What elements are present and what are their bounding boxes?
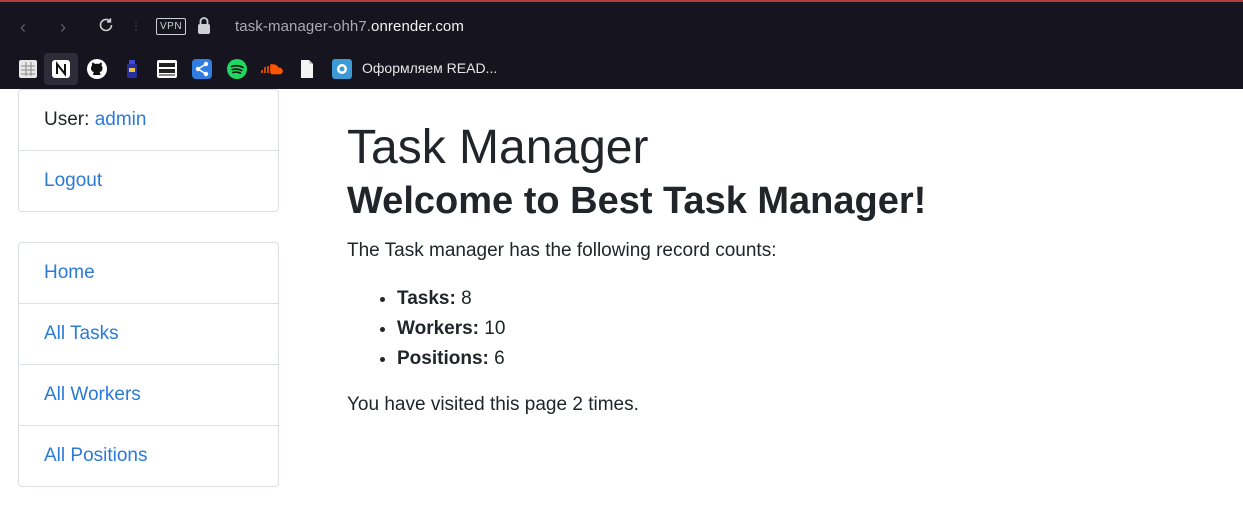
count-label: Tasks: [397,287,456,309]
sidebar-item-label[interactable]: Home [44,262,95,284]
list-item: Workers: 10 [397,314,926,344]
browser-chrome: ‹ › ⋮ VPN task-manager-ohh7.onrender.com [0,0,1243,89]
bottle-icon[interactable] [120,57,144,81]
vpn-badge[interactable]: VPN [156,18,187,35]
intro-text: The Task manager has the following recor… [347,239,777,261]
user-prefix: User: [44,109,95,130]
user-panel: User: admin Logout [18,89,279,212]
count-value: 6 [494,347,505,369]
reload-icon[interactable] [95,16,117,38]
bookmarks-bar: Оформляем READ... [0,53,1243,85]
back-icon[interactable]: ‹ [12,16,34,38]
sidebar-item-tasks[interactable]: All Tasks [19,303,278,364]
list-item: Positions: 6 [397,344,926,374]
page-title: Task Manager [347,121,649,174]
visit-counter: You have visited this page 2 times. [347,393,639,415]
main-content: Task Manager Welcome to Best Task Manage… [347,118,926,416]
sheets-icon[interactable] [16,57,40,81]
readme-icon[interactable] [330,57,354,81]
count-label: Workers: [397,317,480,339]
spotify-icon[interactable] [225,57,249,81]
user-info: User: admin [19,90,278,150]
url-host: onrender.com [371,18,464,35]
sidebar-nav: Home All Tasks All Workers All Positions [18,242,279,487]
url-path: task-manager-ohh7. [235,18,372,35]
github-icon[interactable] [85,57,109,81]
logout-item[interactable]: Logout [19,150,278,211]
username-link[interactable]: admin [95,109,147,131]
share-icon[interactable] [190,57,214,81]
sidebar-item-home[interactable]: Home [19,243,278,303]
document-icon[interactable] [295,57,319,81]
sidebar-item-label[interactable]: All Workers [44,384,141,406]
record-counts-list: Tasks: 8 Workers: 10 Positions: 6 [347,284,926,374]
logout-link[interactable]: Logout [44,170,102,192]
bookmark-label[interactable]: Оформляем READ... [362,60,497,76]
sidebar-item-positions[interactable]: All Positions [19,425,278,486]
welcome-heading: Welcome to Best Task Manager! [347,180,927,222]
sidebar-item-label[interactable]: All Tasks [44,323,119,345]
lock-icon[interactable] [197,16,211,36]
count-label: Positions: [397,347,489,369]
schedule-icon[interactable] [155,57,179,81]
count-value: 10 [484,317,506,339]
address-bar[interactable]: task-manager-ohh7.onrender.com [235,18,464,35]
forward-icon[interactable]: › [52,16,74,38]
sidebar-item-label[interactable]: All Positions [44,445,148,467]
sidebar-item-workers[interactable]: All Workers [19,364,278,425]
soundcloud-icon[interactable] [260,57,284,81]
notion-icon[interactable] [44,53,78,85]
list-item: Tasks: 8 [397,284,926,314]
toolbar-separator: ⋮ [130,19,142,33]
count-value: 8 [461,287,472,309]
